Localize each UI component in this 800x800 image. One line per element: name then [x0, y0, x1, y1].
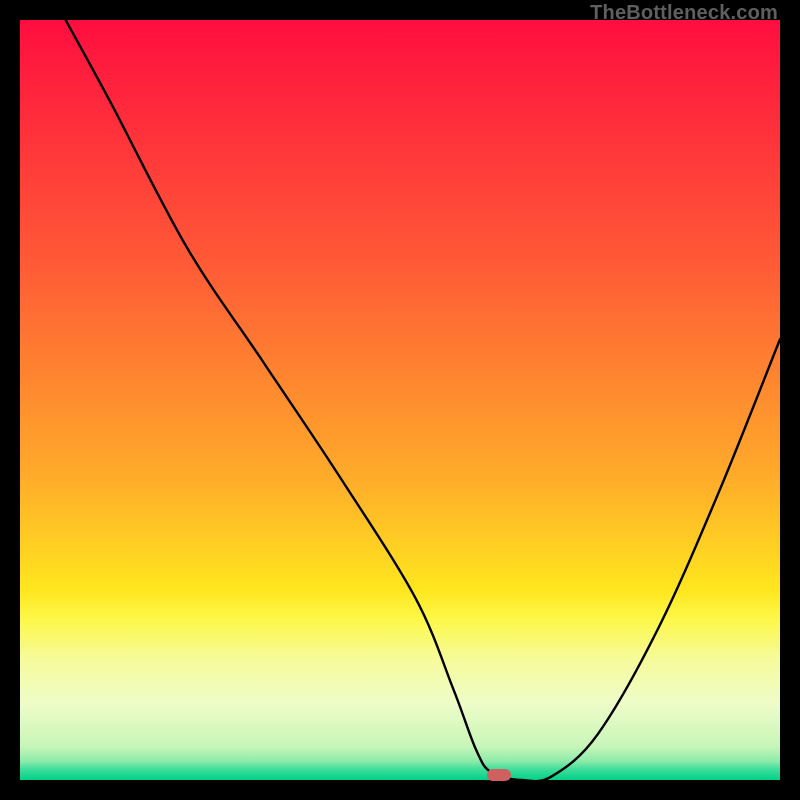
plot-area	[20, 20, 780, 780]
bottleneck-curve	[20, 20, 780, 780]
optimal-marker	[487, 769, 511, 781]
chart-stage: TheBottleneck.com	[0, 0, 800, 800]
